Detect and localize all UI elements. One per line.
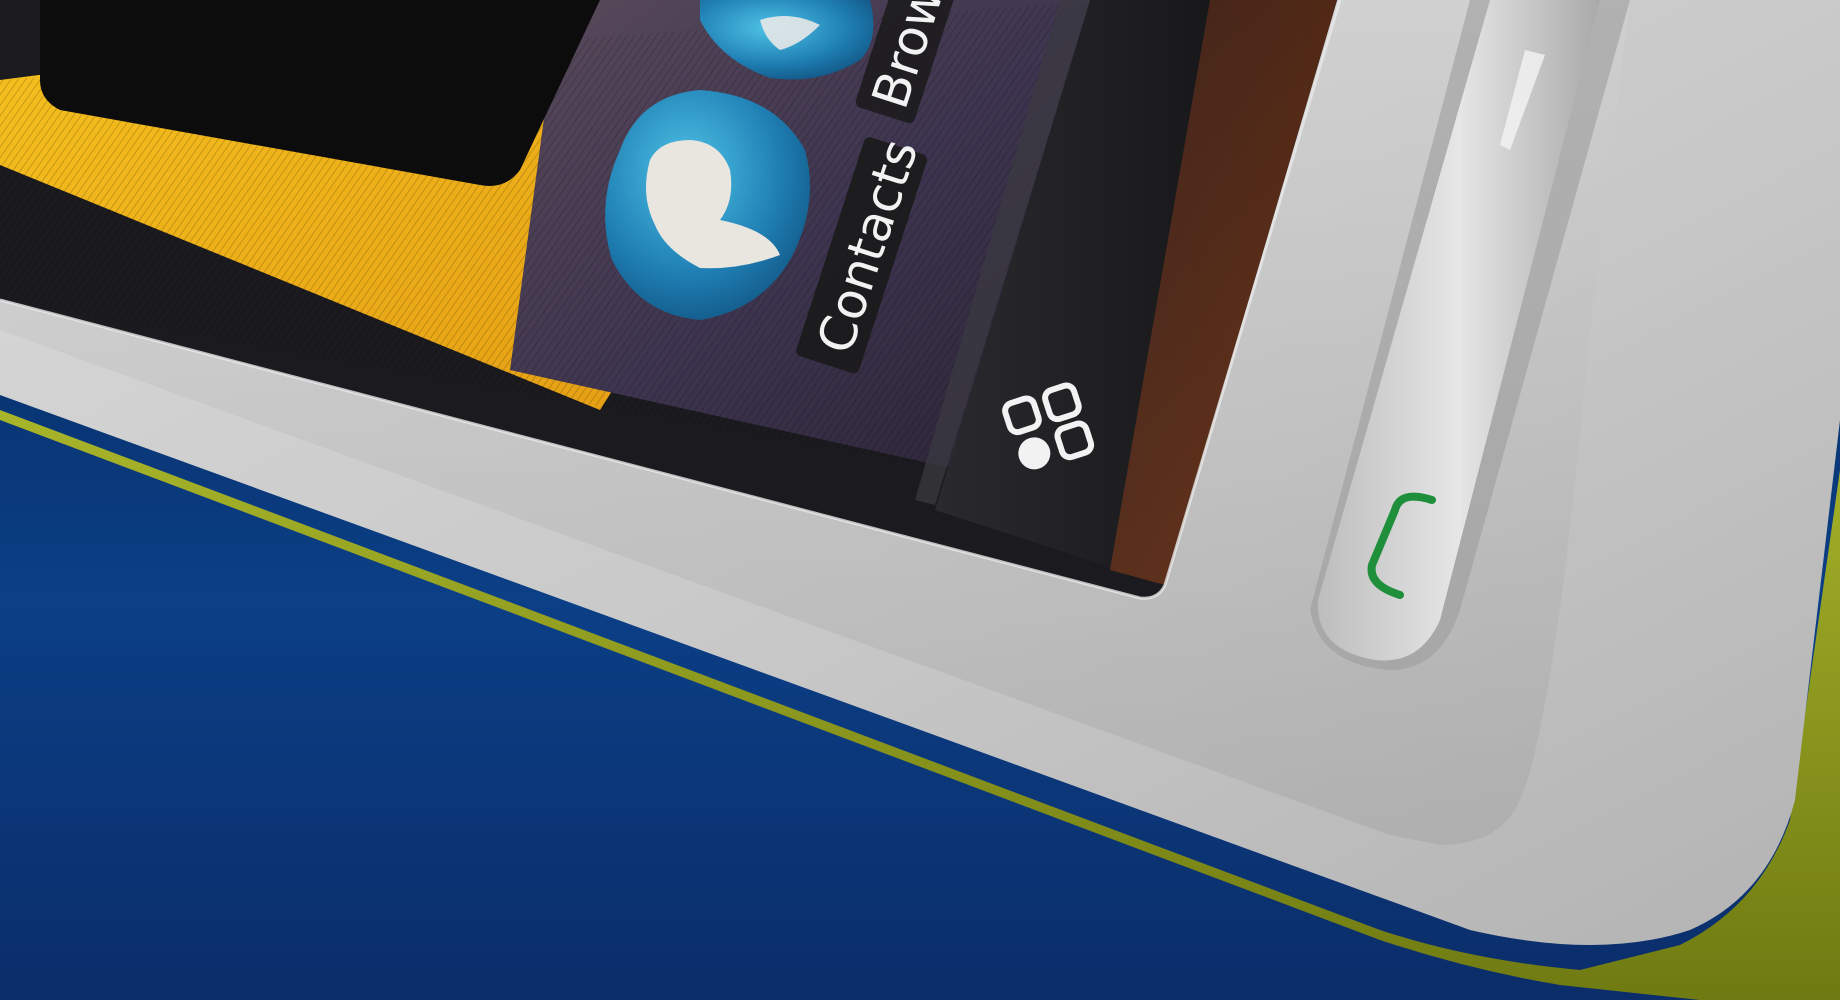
phone-scene: Brow Contacts xyxy=(0,0,1840,1000)
